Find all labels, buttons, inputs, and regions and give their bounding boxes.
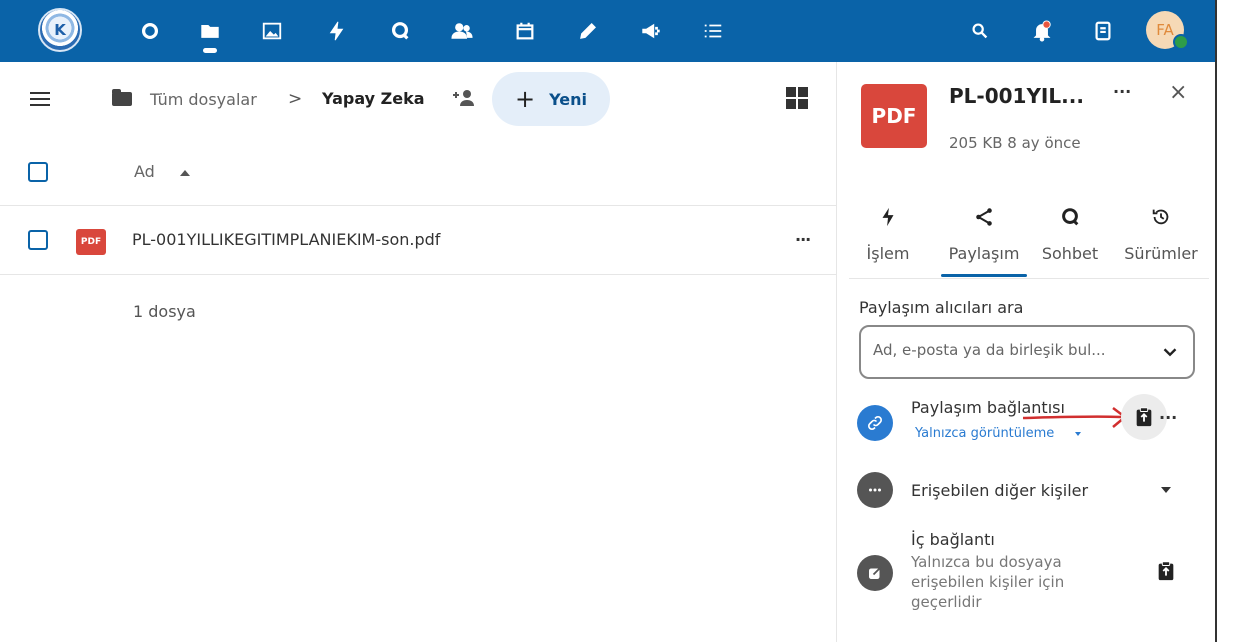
copy-internal-link-icon[interactable] <box>1155 560 1177 582</box>
grid-view-icon[interactable] <box>786 87 808 109</box>
talk-icon <box>1037 202 1103 232</box>
calendar-icon[interactable] <box>512 18 538 44</box>
share-link-more-icon[interactable]: ··· <box>1159 408 1177 427</box>
tab-label: Sohbet <box>1041 244 1099 263</box>
select-all-checkbox[interactable] <box>28 162 48 182</box>
user-status-indicator <box>1173 34 1189 50</box>
window-edge <box>1215 0 1217 642</box>
activity-icon[interactable] <box>324 18 350 44</box>
details-sidebar: PDF PL-001YIL... 205 KB 8 ay önce ··· × … <box>836 62 1215 642</box>
file-checkbox[interactable] <box>28 230 48 250</box>
share-folder-icon[interactable] <box>452 88 478 108</box>
tab-label: Sürümler <box>1124 244 1198 263</box>
column-header-name[interactable]: Ad <box>134 162 155 181</box>
permission-caret-icon[interactable] <box>1075 432 1081 436</box>
plus-icon: + <box>515 85 536 113</box>
contacts-icon[interactable] <box>449 18 475 44</box>
active-tab-indicator <box>941 274 1027 277</box>
clipboard-icon <box>1136 407 1152 427</box>
new-button[interactable]: + Yeni <box>492 72 610 126</box>
avatar-initials: FA <box>1156 21 1174 39</box>
breadcrumb-root[interactable]: Tüm dosyalar <box>150 90 257 109</box>
internal-link-description: Yalnızca bu dosyaya erişebilen kişiler i… <box>911 553 1065 611</box>
sidebar-more-icon[interactable]: ··· <box>1113 82 1131 101</box>
sort-ascending-icon[interactable] <box>180 170 190 176</box>
internal-link-title: İç bağlantı <box>911 530 995 549</box>
sidebar-close-icon[interactable]: × <box>1169 82 1187 104</box>
activity-icon <box>857 202 919 232</box>
pdf-file-preview-icon: PDF <box>861 84 927 148</box>
link-icon <box>857 405 893 441</box>
sidebar-file-meta: 205 KB 8 ay önce <box>949 134 1081 152</box>
share-search-label: Paylaşım alıcıları ara <box>859 298 1024 317</box>
more-people-icon <box>857 472 893 508</box>
file-count-summary: 1 dosya <box>133 302 196 321</box>
tasks-icon[interactable] <box>700 18 726 44</box>
announcements-icon[interactable] <box>638 18 664 44</box>
tab-activity[interactable]: İşlem <box>857 202 919 263</box>
chevron-down-icon[interactable] <box>1159 341 1181 363</box>
files-main: Tüm dosyalar > Yapay Zeka + Yeni Ad PDF … <box>0 62 836 642</box>
top-bar: K FA <box>0 0 1215 62</box>
notes-icon[interactable] <box>575 18 601 44</box>
logo-letter: K <box>54 21 66 39</box>
expand-caret-icon[interactable] <box>1161 487 1171 493</box>
header-divider <box>0 205 836 206</box>
tab-label: Paylaşım <box>948 244 1020 263</box>
tabs-divider <box>849 278 1209 279</box>
navigation-toggle-icon[interactable] <box>30 92 50 110</box>
pdf-file-icon: PDF <box>76 229 106 255</box>
share-icon <box>941 202 1027 232</box>
annotation-arrow-icon <box>1022 407 1128 428</box>
active-app-indicator <box>203 48 217 53</box>
tab-sharing[interactable]: Paylaşım <box>941 202 1027 263</box>
notifications-icon[interactable] <box>1029 18 1055 44</box>
share-search-field[interactable] <box>859 325 1195 379</box>
search-icon[interactable] <box>967 18 993 44</box>
contacts-menu-icon[interactable] <box>1090 18 1116 44</box>
file-name[interactable]: PL-001YILLIKEGITIMPLANIEKIM-son.pdf <box>132 230 440 249</box>
talk-icon[interactable] <box>387 18 413 44</box>
share-search-input[interactable] <box>873 341 1145 359</box>
folder-icon <box>112 89 132 106</box>
tab-label: İşlem <box>866 244 910 263</box>
external-link-icon <box>857 555 893 591</box>
tab-versions[interactable]: Sürümler <box>1121 202 1201 263</box>
new-button-label: Yeni <box>549 89 587 109</box>
sidebar-file-title: PL-001YIL... <box>949 84 1084 108</box>
dashboard-icon[interactable] <box>137 18 163 44</box>
breadcrumb-current[interactable]: Yapay Zeka <box>322 89 425 108</box>
others-with-access-label: Erişebilen diğer kişiler <box>911 481 1089 500</box>
breadcrumb-separator: > <box>288 89 303 109</box>
history-icon <box>1121 202 1201 232</box>
company-logo[interactable]: K <box>38 8 82 52</box>
row-divider <box>0 274 836 275</box>
tab-talk[interactable]: Sohbet <box>1037 202 1103 263</box>
files-icon[interactable] <box>197 18 223 44</box>
photos-icon[interactable] <box>259 18 285 44</box>
file-actions-icon[interactable]: ··· <box>795 230 811 249</box>
